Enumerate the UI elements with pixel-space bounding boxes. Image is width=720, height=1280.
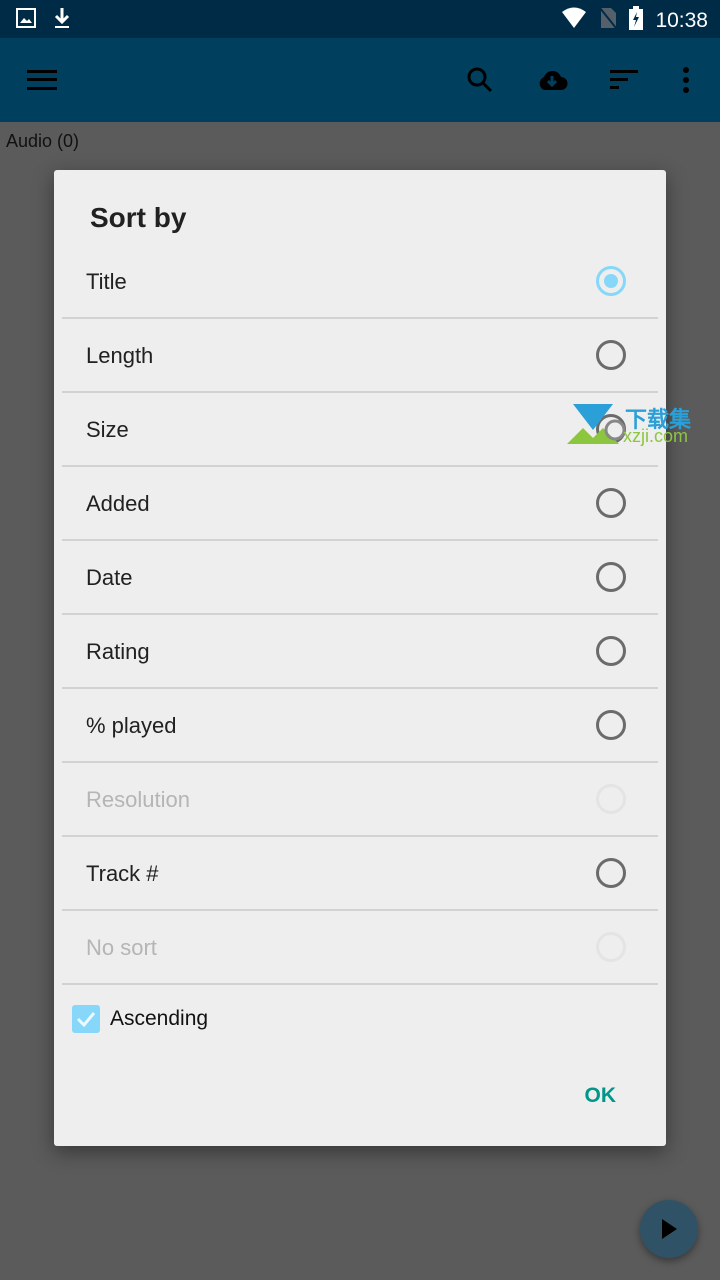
radio-button[interactable] [596,636,626,666]
ok-button[interactable]: OK [585,1084,617,1108]
image-icon [16,8,36,33]
radio-button[interactable] [596,710,626,740]
sort-option-percent-played[interactable]: % played [62,689,658,763]
radio-button[interactable] [596,562,626,592]
more-vert-icon[interactable] [666,60,706,100]
option-label: Size [86,417,129,442]
play-fab[interactable] [640,1200,698,1258]
radio-button [596,784,626,814]
ascending-toggle[interactable]: Ascending [72,1005,208,1033]
no-sim-icon [599,7,618,34]
dialog-title: Sort by [90,202,187,233]
app-bar [0,38,720,122]
watermark-en: xzji.com [623,426,689,446]
option-label: Resolution [86,787,190,812]
ascending-checkbox[interactable] [72,1005,100,1033]
sort-dialog: Sort by Title Length Size Added Date Rat… [54,170,666,1146]
radio-button[interactable] [596,858,626,888]
battery-charging-icon [629,6,644,35]
status-time: 10:38 [655,8,708,32]
sort-option-length[interactable]: Length [62,319,658,393]
watermark-icon [567,404,626,444]
watermark-logo: 下载集 xzji.com [565,402,705,452]
audio-count-label: Audio (0) [6,131,80,151]
radio-button[interactable] [596,266,626,296]
option-label: Date [86,565,133,590]
sort-option-no-sort: No sort [62,911,658,985]
sort-options: Title Length Size Added Date Rating % pl… [62,245,658,985]
status-bar: 10:38 [0,0,720,38]
check-icon [76,1012,96,1027]
sort-option-added[interactable]: Added [62,467,658,541]
play-icon [662,1219,677,1239]
option-label: Title [86,269,127,294]
sort-icon[interactable] [604,60,644,100]
sort-option-resolution: Resolution [62,763,658,837]
subheader: Audio (0) [0,122,720,158]
sort-option-rating[interactable]: Rating [62,615,658,689]
search-icon[interactable] [460,60,500,100]
radio-button[interactable] [596,488,626,518]
option-label: Track # [86,861,159,886]
option-label: % played [86,713,177,738]
ascending-label: Ascending [110,1007,209,1030]
option-label: Rating [86,639,150,664]
download-icon [52,6,72,35]
radio-button [596,932,626,962]
radio-button[interactable] [596,340,626,370]
cloud-download-icon[interactable] [532,60,572,100]
sort-option-track[interactable]: Track # [62,837,658,911]
option-label: No sort [86,935,157,960]
sort-option-date[interactable]: Date [62,541,658,615]
option-label: Added [86,491,150,516]
sort-option-title[interactable]: Title [62,245,658,319]
wifi-icon [561,7,587,34]
menu-icon[interactable] [22,60,62,100]
option-label: Length [86,343,154,368]
